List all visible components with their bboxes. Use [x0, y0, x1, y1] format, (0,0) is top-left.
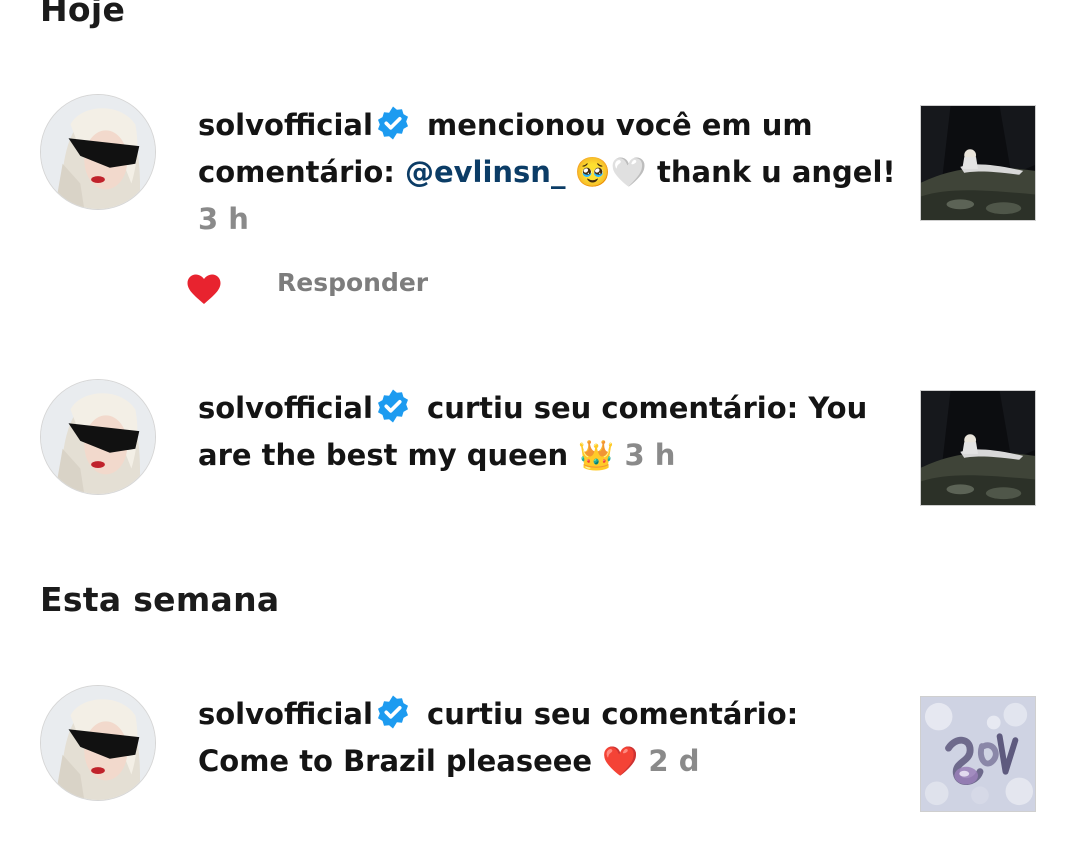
post-thumbnail-image: [921, 697, 1035, 811]
timestamp: 2 d: [648, 744, 700, 778]
avatar[interactable]: [40, 379, 156, 495]
profile-photo: [41, 686, 155, 800]
profile-photo: [41, 95, 155, 209]
post-thumbnail-image: [921, 391, 1035, 505]
like-heart-icon[interactable]: [186, 272, 222, 306]
username[interactable]: solvofficial: [198, 108, 373, 142]
username[interactable]: solvofficial: [198, 697, 373, 731]
post-thumbnail[interactable]: [920, 696, 1036, 812]
reply-button[interactable]: Responder: [277, 268, 428, 297]
verified-badge-icon: [377, 389, 408, 423]
section-title-today: Hoje: [40, 0, 126, 29]
verified-badge-icon: [377, 106, 408, 140]
emoji-text: 🥹🤍: [565, 155, 647, 189]
mention-link[interactable]: @evlinsn_: [405, 155, 566, 189]
post-thumbnail-image: [921, 106, 1035, 220]
timestamp: 3 h: [624, 438, 676, 472]
post-thumbnail[interactable]: [920, 105, 1036, 221]
notification-text: solvofficial mencionou você em um coment…: [198, 102, 898, 243]
notification-text: solvofficial curtiu seu comentário: Come…: [198, 691, 898, 785]
section-title-this-week: Esta semana: [40, 580, 280, 619]
avatar[interactable]: [40, 685, 156, 801]
post-thumbnail[interactable]: [920, 390, 1036, 506]
avatar[interactable]: [40, 94, 156, 210]
red-heart-emoji: ❤️: [602, 744, 639, 778]
timestamp: 3 h: [198, 202, 249, 236]
comment-text: thank u angel!: [646, 155, 896, 189]
notification-text: solvofficial curtiu seu comentário: You …: [198, 385, 898, 479]
username[interactable]: solvofficial: [198, 391, 373, 425]
profile-photo: [41, 380, 155, 494]
verified-badge-icon: [377, 695, 408, 729]
crown-emoji: 👑: [578, 438, 615, 472]
